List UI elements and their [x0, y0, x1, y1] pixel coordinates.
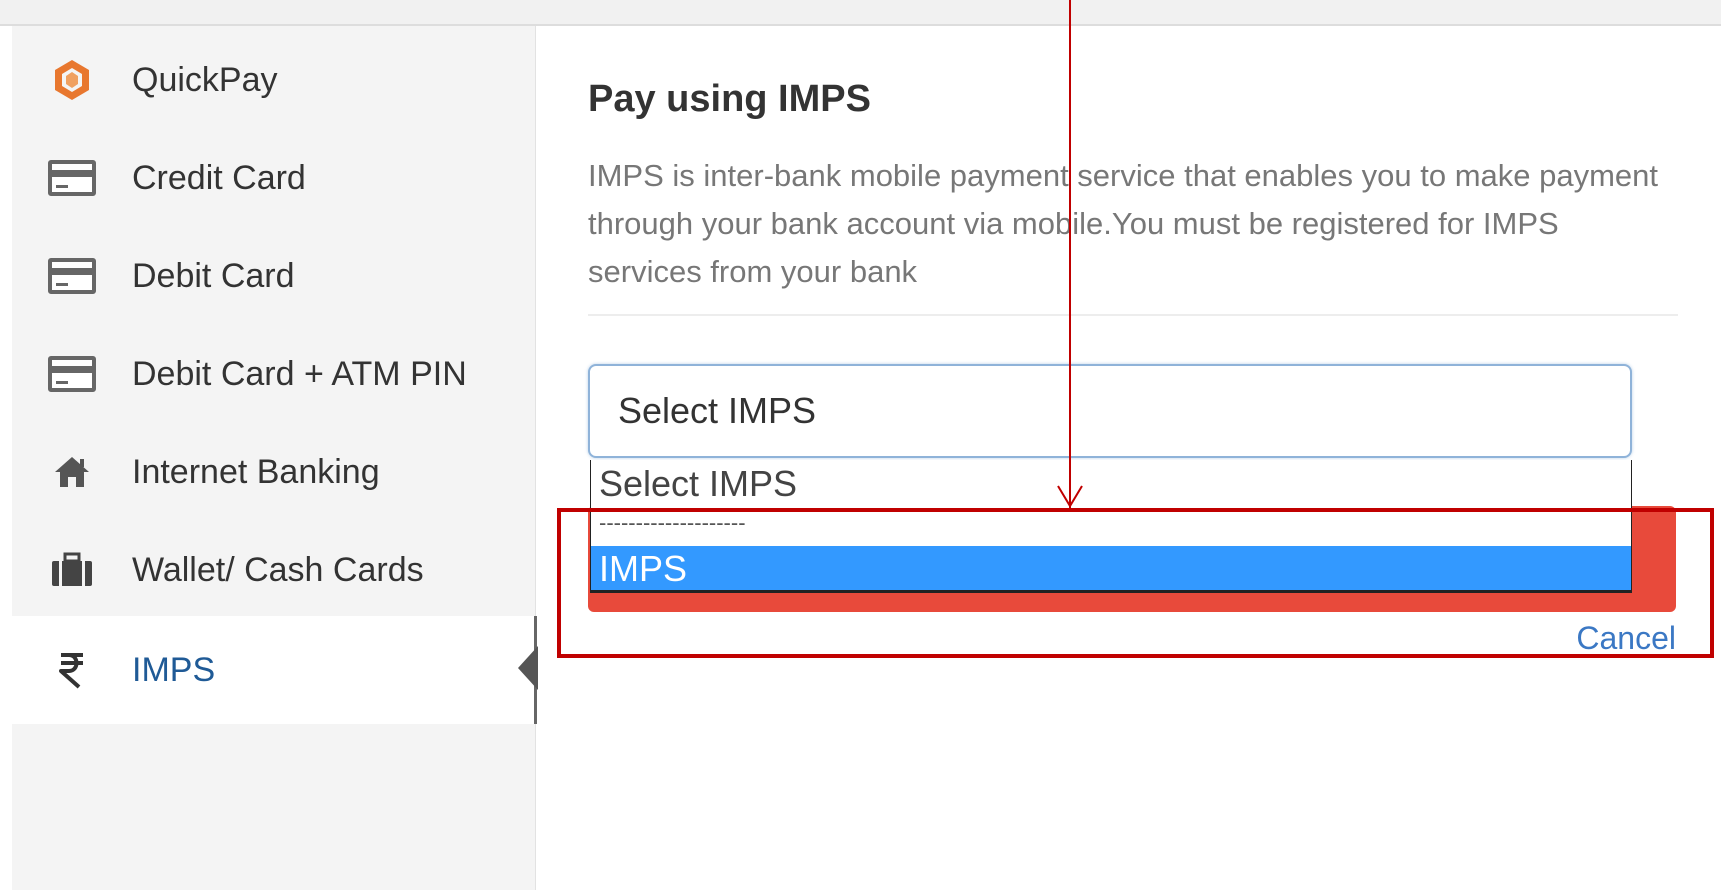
- imps-panel: Pay using IMPS IMPS is inter-bank mobile…: [588, 26, 1678, 890]
- sidebar-item-label: IMPS: [132, 650, 216, 689]
- sidebar-item-imps[interactable]: IMPS: [12, 616, 538, 724]
- sidebar-item-debit-card[interactable]: Debit Card: [12, 222, 536, 330]
- home-icon: [46, 446, 98, 498]
- annotation-highlight-box: [557, 508, 1714, 658]
- sidebar-item-label: QuickPay: [132, 60, 278, 99]
- page-title: Pay using IMPS: [588, 78, 871, 120]
- annotation-arrow-line: [1069, 0, 1071, 508]
- rupee-icon: [46, 644, 98, 696]
- sidebar-item-label: Debit Card: [132, 256, 295, 295]
- debit-card-icon: [46, 250, 98, 302]
- active-item-pointer: [518, 646, 538, 690]
- top-bar: [0, 0, 1721, 26]
- credit-card-icon: [46, 152, 98, 204]
- sidebar-item-label: Wallet/ Cash Cards: [132, 550, 424, 589]
- annotation-arrow-head-icon: [1057, 485, 1083, 508]
- sidebar-item-debit-card-atm-pin[interactable]: Debit Card + ATM PIN: [12, 320, 536, 428]
- quickpay-hexagon-icon: [46, 54, 98, 106]
- briefcase-icon: [46, 544, 98, 596]
- sidebar-item-label: Credit Card: [132, 158, 306, 197]
- sidebar-item-internet-banking[interactable]: Internet Banking: [12, 418, 536, 526]
- dropdown-option-select-imps[interactable]: Select IMPS: [591, 460, 1631, 508]
- imps-select[interactable]: Select IMPS: [588, 364, 1632, 458]
- sidebar-item-quickpay[interactable]: QuickPay: [12, 26, 536, 134]
- sidebar-item-label: Internet Banking: [132, 452, 380, 491]
- payment-page: QuickPay Credit Card Debit Card Debit Ca…: [0, 0, 1721, 890]
- sidebar-item-wallet-cash-cards[interactable]: Wallet/ Cash Cards: [12, 516, 536, 624]
- divider: [588, 314, 1678, 316]
- payment-methods-sidebar: QuickPay Credit Card Debit Card Debit Ca…: [12, 26, 538, 890]
- sidebar-item-credit-card[interactable]: Credit Card: [12, 124, 536, 232]
- atm-card-icon: [46, 348, 98, 400]
- imps-description: IMPS is inter-bank mobile payment servic…: [588, 158, 1659, 289]
- sidebar-item-label: Debit Card + ATM PIN: [132, 354, 467, 393]
